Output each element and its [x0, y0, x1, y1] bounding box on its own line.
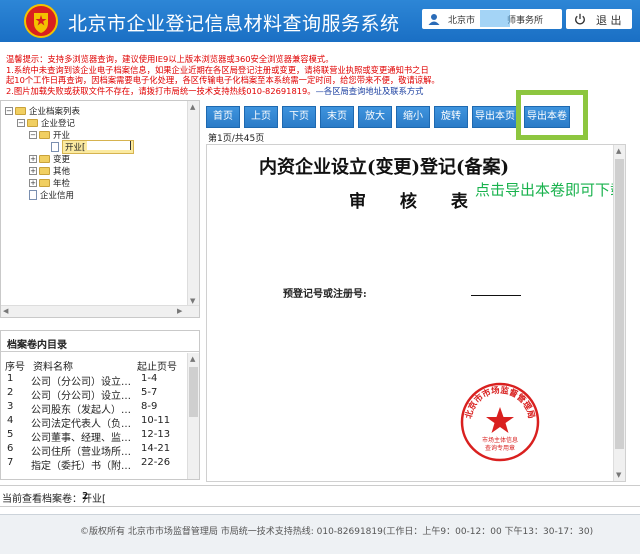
- col-header-name: 资料名称: [33, 362, 73, 373]
- catalog-row[interactable]: 4 公司法定代表人（负… 10-11: [1, 415, 187, 430]
- folder-icon: [39, 131, 50, 139]
- tree-node-annual[interactable]: + 年检: [29, 177, 70, 189]
- expand-icon[interactable]: +: [29, 155, 37, 163]
- tree-node-open-child[interactable]: 开业[: [51, 140, 135, 154]
- catalog-row[interactable]: 7 指定（委托）书（附… 22-26: [1, 457, 187, 472]
- registration-number-label: 预登记号或注册号:: [283, 289, 367, 300]
- scroll-up-icon[interactable]: ▲: [616, 147, 621, 155]
- current-case-input[interactable]: [82, 488, 118, 504]
- svg-text:市场主体信息: 市场主体信息: [482, 436, 518, 444]
- scroll-right-icon[interactable]: ▶: [177, 307, 182, 315]
- registration-number-line: [471, 295, 521, 296]
- scroll-thumb[interactable]: [615, 159, 624, 449]
- zoom-in-button[interactable]: 放大: [358, 106, 392, 128]
- col-header-page: 起止页号: [137, 362, 177, 373]
- scroll-down-icon[interactable]: ▼: [616, 471, 621, 479]
- expand-icon[interactable]: +: [29, 179, 37, 187]
- folder-icon: [27, 119, 38, 127]
- highlight-frame: [516, 90, 588, 140]
- folder-icon: [39, 155, 50, 163]
- col-header-no: 序号: [5, 362, 25, 373]
- document-icon: [29, 190, 37, 200]
- collapse-icon[interactable]: −: [29, 131, 37, 139]
- folder-icon: [39, 179, 50, 187]
- tree-node-label: 开业[: [62, 140, 135, 154]
- scroll-up-icon[interactable]: ▲: [190, 355, 195, 363]
- first-page-button[interactable]: 首页: [206, 106, 240, 128]
- app-header: 北京市企业登记信息材料查询服务系统 北京市 师事务所 退 出: [0, 0, 640, 42]
- catalog-row[interactable]: 3 公司股东（发起人）… 8-9: [1, 401, 187, 416]
- scroll-left-icon[interactable]: ◀: [3, 307, 8, 315]
- catalog-row[interactable]: 6 公司住所（营业场所… 14-21: [1, 443, 187, 458]
- footer-copyright: ©版权所有 北京市市场监督管理局 市局统一技术支持热线: 010-8269181…: [80, 527, 594, 537]
- next-page-button[interactable]: 下页: [282, 106, 316, 128]
- folder-icon: [15, 107, 26, 115]
- emblem-icon: [24, 4, 58, 38]
- download-hint: 点击导出本卷即可下载: [475, 181, 626, 199]
- divider: [1, 351, 199, 352]
- tree-node-reg[interactable]: − 企业登记: [17, 117, 75, 129]
- redaction-mask: [480, 10, 510, 27]
- catalog-row[interactable]: 2 公司（分公司）设立… 5-7: [1, 387, 187, 402]
- archive-tree: − 企业档案列表 − 企业登记 − 开业 开业[ + 变更 + 其他 + 年检 …: [0, 100, 200, 318]
- expand-icon[interactable]: +: [29, 167, 37, 175]
- notice-line: 起10个工作日再查询，因档案需要电子化处理，各区传输电子化档案至本系统需一定时间…: [6, 75, 440, 85]
- rotate-button[interactable]: 旋转: [434, 106, 468, 128]
- current-case-bar: 当前查看档案卷：开业[: [0, 485, 640, 507]
- user-info[interactable]: 北京市 师事务所: [422, 9, 562, 29]
- district-contact-link[interactable]: —各区局查询地址及联系方式: [316, 86, 424, 96]
- volume-catalog: 档案卷内目录 序号 资料名称 起止页号 1 公司（分公司）设立… 1-4 2 公…: [0, 330, 200, 480]
- folder-icon: [39, 167, 50, 175]
- document-icon: [51, 142, 59, 152]
- scroll-down-icon[interactable]: ▼: [190, 297, 195, 305]
- document-viewer[interactable]: 内资企业设立(变更)登记(备案) 审 核 表 点击导出本卷即可下载 预登记号或注…: [206, 144, 626, 482]
- notice-line: 温馨提示：支持多浏览器查询，建议使用IE9以上版本浏览器或360安全浏览器兼容模…: [6, 54, 334, 64]
- svg-text:查询专用章: 查询专用章: [485, 444, 515, 452]
- footer: ©版权所有 北京市市场监督管理局 市局统一技术支持热线: 010-8269181…: [0, 514, 640, 554]
- power-icon: [575, 13, 585, 25]
- notice-line: 1.系统中未查询到该企业电子档案信息，如果企业近期在各区局登记注册或变更，请将联…: [6, 64, 429, 75]
- tree-vertical-scrollbar[interactable]: ▲ ▼: [187, 101, 199, 307]
- tree-node-change[interactable]: + 变更: [29, 153, 70, 165]
- catalog-scrollbar[interactable]: ▲: [187, 353, 199, 479]
- tree-node-other[interactable]: + 其他: [29, 165, 70, 177]
- zoom-out-button[interactable]: 缩小: [396, 106, 430, 128]
- viewer-scrollbar[interactable]: ▲ ▼: [613, 145, 625, 481]
- page-indicator: 第1页/共45页: [208, 134, 265, 144]
- document-subtitle: 审 核 表: [349, 192, 482, 212]
- scroll-thumb[interactable]: [189, 367, 198, 417]
- logout-button[interactable]: 退 出: [566, 9, 632, 29]
- collapse-icon[interactable]: −: [5, 107, 13, 115]
- collapse-icon[interactable]: −: [17, 119, 25, 127]
- system-title: 北京市企业登记信息材料查询服务系统: [68, 13, 400, 35]
- catalog-row[interactable]: 1 公司（分公司）设立… 1-4: [1, 373, 187, 388]
- last-page-button[interactable]: 末页: [320, 106, 354, 128]
- tree-horizontal-scrollbar[interactable]: ◀ ▶: [1, 305, 199, 317]
- tree-node-credit[interactable]: 企业信用: [29, 189, 74, 201]
- tree-node-root[interactable]: − 企业档案列表: [5, 105, 80, 117]
- export-page-button[interactable]: 导出本页: [472, 106, 518, 128]
- official-seal-icon: 北京市市场监督管理局 市场主体信息 查询专用章: [460, 382, 540, 462]
- catalog-title: 档案卷内目录: [7, 340, 67, 351]
- tree-node-redacted: [87, 141, 132, 150]
- catalog-row[interactable]: 5 公司董事、经理、监… 12-13: [1, 429, 187, 444]
- user-icon: [428, 14, 440, 25]
- document-title: 内资企业设立(变更)登记(备案): [259, 157, 510, 178]
- scroll-up-icon[interactable]: ▲: [190, 103, 195, 111]
- prev-page-button[interactable]: 上页: [244, 106, 278, 128]
